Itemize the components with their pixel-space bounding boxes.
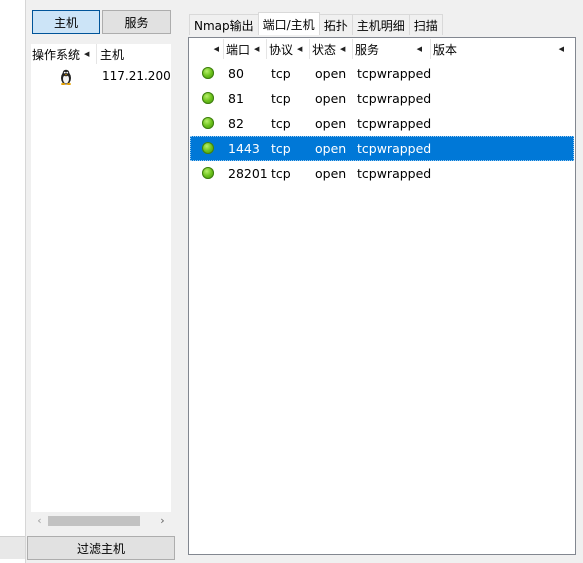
ports-list: ◀ 端口 ◀ 协议 ◀ 状态 ◀ 服务 ◀ 版本 ◀ 80 tcp open t… (190, 39, 574, 553)
scrollbar-thumb[interactable] (48, 516, 140, 526)
hosts-pane: 主机 服务 操作系统 ◀ 主机 117.21.200.1 (26, 0, 181, 563)
tab-nmap-output[interactable]: Nmap输出 (189, 14, 259, 35)
host-row[interactable]: 117.21.200.1 (31, 66, 171, 88)
linux-penguin-icon (61, 69, 71, 85)
service-column-header[interactable]: 服务 ◀ (353, 39, 431, 59)
scroll-right-icon[interactable]: › (154, 512, 171, 529)
service-column-label: 服务 (355, 42, 380, 57)
green-dot-icon (202, 67, 214, 79)
host-column-label: 主机 (100, 47, 125, 62)
ports-list-header: ◀ 端口 ◀ 协议 ◀ 状态 ◀ 服务 ◀ 版本 ◀ (190, 39, 574, 59)
scroll-left-icon[interactable]: ‹ (31, 512, 48, 529)
services-toggle-button[interactable]: 服务 (102, 10, 171, 34)
ports-panel: ◀ 端口 ◀ 协议 ◀ 状态 ◀ 服务 ◀ 版本 ◀ 80 tcp open t… (188, 37, 576, 555)
sort-arrow-icon: ◀ (558, 45, 564, 53)
state-column-header[interactable]: 状态 ◀ (310, 39, 353, 59)
sort-arrow-icon: ◀ (254, 45, 260, 53)
green-dot-icon (202, 167, 214, 179)
sort-arrow-icon: ◀ (84, 50, 90, 58)
state-cell: open (315, 116, 347, 131)
state-cell: open (315, 166, 347, 181)
protocol-column-label: 协议 (269, 42, 294, 57)
filter-hosts-button[interactable]: 过滤主机 (27, 536, 175, 560)
service-cell: tcpwrapped (357, 141, 432, 156)
port-row[interactable]: 81 tcp open tcpwrapped (190, 86, 574, 111)
results-tabs: Nmap输出 端口/主机 拓扑 主机明细 扫描 (189, 12, 443, 35)
tab-host-details[interactable]: 主机明细 (351, 14, 410, 35)
port-column-label: 端口 (226, 42, 251, 57)
os-column-label: 操作系统 (32, 47, 81, 62)
port-cell: 28201 (228, 166, 268, 181)
port-row[interactable]: 80 tcp open tcpwrapped (190, 61, 574, 86)
port-column-header[interactable]: 端口 ◀ (224, 39, 267, 59)
sort-arrow-icon: ◀ (213, 45, 219, 53)
tab-ports-hosts[interactable]: 端口/主机 (257, 12, 320, 35)
tab-scans[interactable]: 扫描 (408, 14, 443, 35)
service-cell: tcpwrapped (357, 166, 432, 181)
port-cell: 80 (228, 66, 244, 81)
protocol-cell: tcp (271, 116, 291, 131)
protocol-cell: tcp (271, 141, 291, 156)
protocol-column-header[interactable]: 协议 ◀ (267, 39, 310, 59)
state-cell: open (315, 91, 347, 106)
status-column-header[interactable]: ◀ (190, 39, 224, 59)
port-cell: 82 (228, 116, 244, 131)
outer-window-bottom-edge (0, 536, 25, 559)
port-row[interactable]: 82 tcp open tcpwrapped (190, 111, 574, 136)
service-cell: tcpwrapped (357, 66, 432, 81)
protocol-cell: tcp (271, 166, 291, 181)
state-cell: open (315, 66, 347, 81)
host-list-header: 操作系统 ◀ 主机 (31, 44, 171, 64)
service-cell: tcpwrapped (357, 116, 432, 131)
protocol-cell: tcp (271, 66, 291, 81)
service-cell: tcpwrapped (357, 91, 432, 106)
state-cell: open (315, 141, 347, 156)
green-dot-icon (202, 117, 214, 129)
green-dot-icon (202, 92, 214, 104)
os-column-header[interactable]: 操作系统 ◀ (31, 44, 97, 64)
green-dot-icon (202, 142, 214, 154)
host-address: 117.21.200.1 (102, 69, 171, 83)
port-cell: 1443 (228, 141, 260, 156)
sort-arrow-icon: ◀ (340, 45, 346, 53)
version-column-label: 版本 (433, 42, 458, 57)
host-list: 操作系统 ◀ 主机 117.21.200.1 (31, 44, 171, 512)
hosts-toggle-button[interactable]: 主机 (32, 10, 100, 34)
tab-topology[interactable]: 拓扑 (318, 14, 353, 35)
port-row-selected[interactable]: 1443 tcp open tcpwrapped (190, 136, 574, 161)
protocol-cell: tcp (271, 91, 291, 106)
port-row[interactable]: 28201 tcp open tcpwrapped (190, 161, 574, 186)
sort-arrow-icon: ◀ (297, 45, 303, 53)
state-column-label: 状态 (312, 42, 337, 57)
host-column-header[interactable]: 主机 (97, 44, 171, 64)
version-column-header[interactable]: 版本 ◀ (431, 39, 574, 59)
port-cell: 81 (228, 91, 244, 106)
outer-window-edge (0, 0, 26, 563)
host-list-horizontal-scrollbar[interactable]: ‹ › (31, 512, 171, 529)
sort-arrow-icon: ◀ (416, 45, 422, 53)
